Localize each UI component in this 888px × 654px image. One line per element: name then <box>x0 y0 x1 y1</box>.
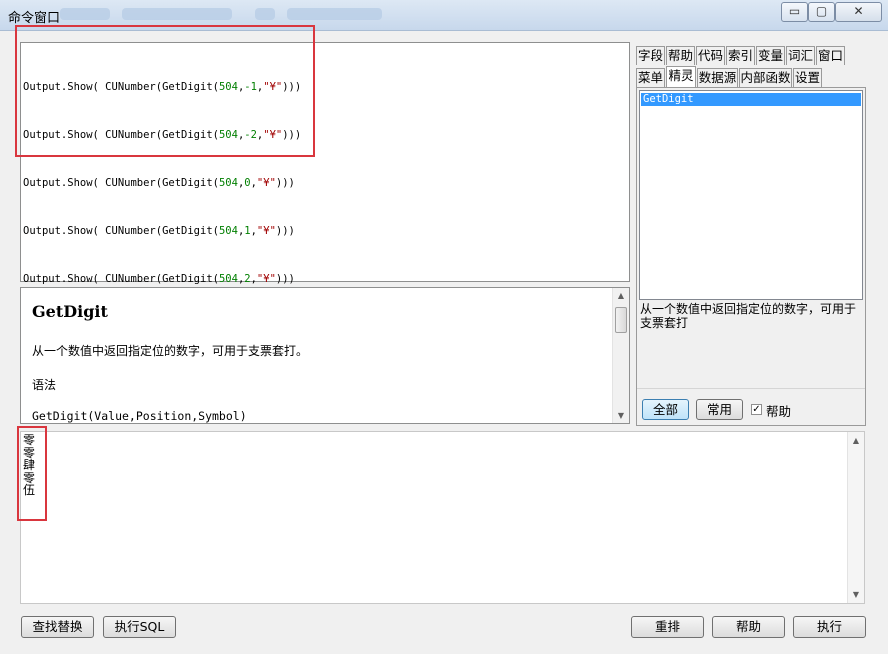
highlight-box-code <box>15 25 315 157</box>
help-scrollbar[interactable]: ▲ ▼ <box>612 288 629 423</box>
code-line: Output.Show( CUNumber(GetDigit(504,2,"¥"… <box>23 273 295 285</box>
divider <box>637 388 865 389</box>
all-button[interactable]: 全部 <box>642 399 689 420</box>
scroll-down-icon[interactable]: ▼ <box>613 411 629 420</box>
scroll-down-icon[interactable]: ▼ <box>848 590 864 599</box>
code-line: Output.Show( CUNumber(GetDigit(504,0,"¥"… <box>23 177 295 189</box>
tab-bar: 字段 帮助 代码 索引 变量 词汇 窗口 菜单 精灵 数据源 内部函数 设置 <box>636 46 866 88</box>
tab-fields[interactable]: 字段 <box>636 46 665 65</box>
tab-help[interactable]: 帮助 <box>666 46 695 65</box>
maximize-icon: ▢ <box>815 4 828 18</box>
execute-button[interactable]: 执行 <box>793 616 866 638</box>
tab-index[interactable]: 索引 <box>726 46 755 65</box>
scrollbar-thumb[interactable] <box>615 307 627 333</box>
title-bar-decoration <box>122 8 232 20</box>
help-checkbox-label: 帮助 <box>766 404 792 419</box>
scroll-up-icon[interactable]: ▲ <box>848 436 864 445</box>
help-description: 从一个数值中返回指定位的数字，可用于支票套打。 <box>32 344 309 358</box>
tab-variables[interactable]: 变量 <box>756 46 785 65</box>
common-button[interactable]: 常用 <box>696 399 743 420</box>
help-syntax: GetDigit(Value,Position,Symbol) <box>32 409 247 423</box>
tab-datasource[interactable]: 数据源 <box>697 68 738 87</box>
highlight-box-output <box>17 426 47 521</box>
tab-window[interactable]: 窗口 <box>816 46 845 65</box>
window-title: 命令窗口 <box>8 11 61 26</box>
scroll-up-icon[interactable]: ▲ <box>613 291 629 300</box>
maximize-button[interactable]: ▢ <box>808 2 835 22</box>
help-syntax-label: 语法 <box>32 378 57 392</box>
close-icon: ✕ <box>853 4 864 18</box>
help-button[interactable]: 帮助 <box>712 616 785 638</box>
tab-settings[interactable]: 设置 <box>793 68 822 87</box>
exec-sql-button[interactable]: 执行SQL <box>103 616 176 638</box>
output-panel[interactable]: 零 零 肆 零 伍 ▲ ▼ <box>20 431 865 604</box>
title-bar-decoration <box>255 8 275 20</box>
output-scrollbar[interactable]: ▲ ▼ <box>847 432 864 603</box>
title-bar-decoration <box>287 8 382 20</box>
wizard-description: 从一个数值中返回指定位的数字，可用于支票套打 <box>640 302 857 330</box>
tab-wizard[interactable]: 精灵 <box>666 66 696 87</box>
close-button[interactable]: ✕ <box>835 2 882 22</box>
tab-vocabulary[interactable]: 词汇 <box>786 46 815 65</box>
rearrange-button[interactable]: 重排 <box>631 616 704 638</box>
code-line: Output.Show( CUNumber(GetDigit(504,1,"¥"… <box>23 225 295 237</box>
find-replace-button[interactable]: 查找替换 <box>21 616 94 638</box>
tab-menu[interactable]: 菜单 <box>636 68 665 87</box>
minimize-icon: ▭ <box>788 4 801 18</box>
wizard-panel: GetDigit 从一个数值中返回指定位的数字，可用于支票套打 全部 常用 ✓ … <box>636 87 866 426</box>
minimize-button[interactable]: ▭ <box>781 2 808 22</box>
help-panel: GetDigit 从一个数值中返回指定位的数字，可用于支票套打。 语法 GetD… <box>20 287 630 424</box>
tab-code[interactable]: 代码 <box>696 46 725 65</box>
help-title: GetDigit <box>32 302 108 321</box>
help-checkbox[interactable]: ✓ <box>751 404 762 415</box>
function-list[interactable]: GetDigit <box>639 90 863 300</box>
tab-internal-functions[interactable]: 内部函数 <box>739 68 792 87</box>
title-bar-decoration <box>60 8 110 20</box>
list-item[interactable]: GetDigit <box>641 93 861 106</box>
